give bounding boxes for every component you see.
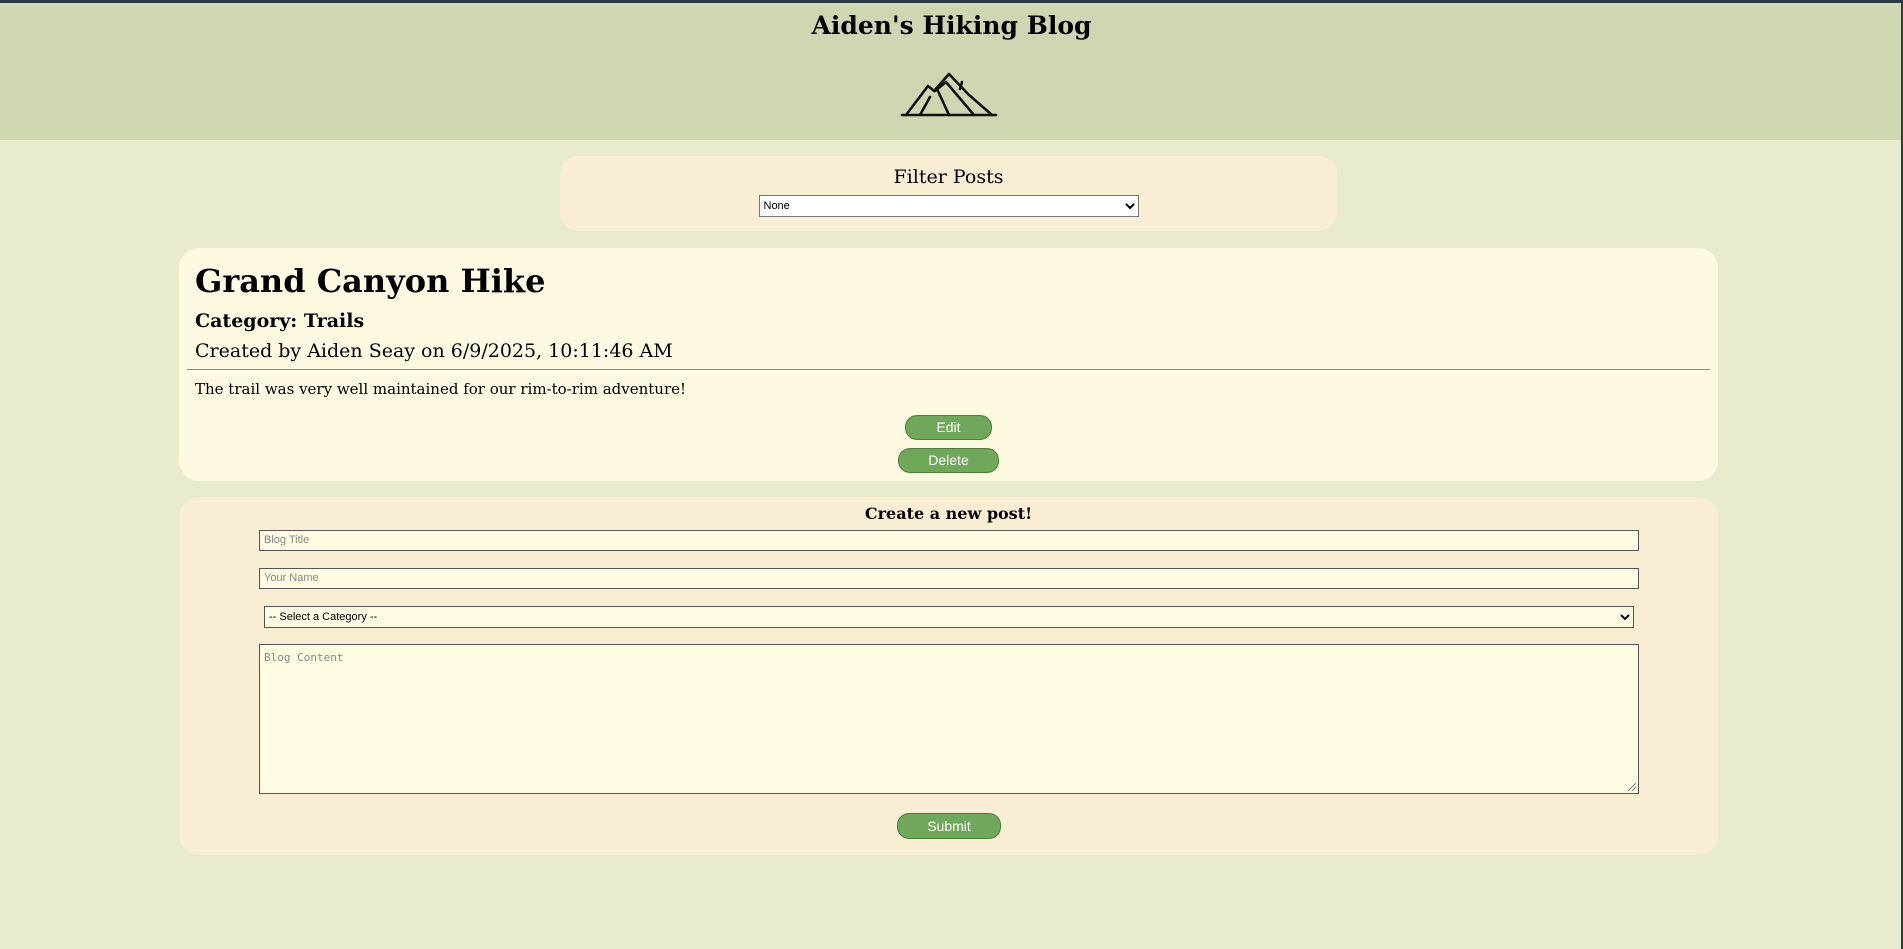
post-card: Grand Canyon Hike Category: Trails Creat… <box>179 248 1718 481</box>
post-category: Category: Trails <box>195 310 365 332</box>
blog-content-placeholder: Blog Content <box>264 651 344 664</box>
post-body: The trail was very well maintained for o… <box>195 380 687 398</box>
site-title: Aiden's Hiking Blog <box>811 11 1092 40</box>
filter-select[interactable]: None <box>758 195 1139 217</box>
blog-content-textarea[interactable]: Blog Content <box>259 644 1639 794</box>
edit-button[interactable]: Edit <box>905 415 992 440</box>
submit-button[interactable]: Submit <box>897 813 1001 839</box>
category-select[interactable]: -- Select a Category -- <box>264 606 1634 628</box>
post-title: Grand Canyon Hike <box>195 262 546 300</box>
create-post-form: Create a new post! Blog Title Your Name … <box>179 497 1718 855</box>
delete-button[interactable]: Delete <box>898 448 999 473</box>
resize-grip-icon[interactable] <box>1628 783 1636 791</box>
blog-title-input[interactable]: Blog Title <box>259 530 1639 551</box>
filter-title: Filter Posts <box>893 166 1004 188</box>
post-divider <box>187 369 1710 370</box>
filter-panel: Filter Posts None <box>560 156 1337 231</box>
post-meta: Created by Aiden Seay on 6/9/2025, 10:11… <box>195 340 673 362</box>
create-post-heading: Create a new post! <box>864 504 1033 523</box>
site-header: Aiden's Hiking Blog <box>0 3 1903 140</box>
your-name-input[interactable]: Your Name <box>259 568 1639 589</box>
mountain-icon <box>900 72 998 117</box>
